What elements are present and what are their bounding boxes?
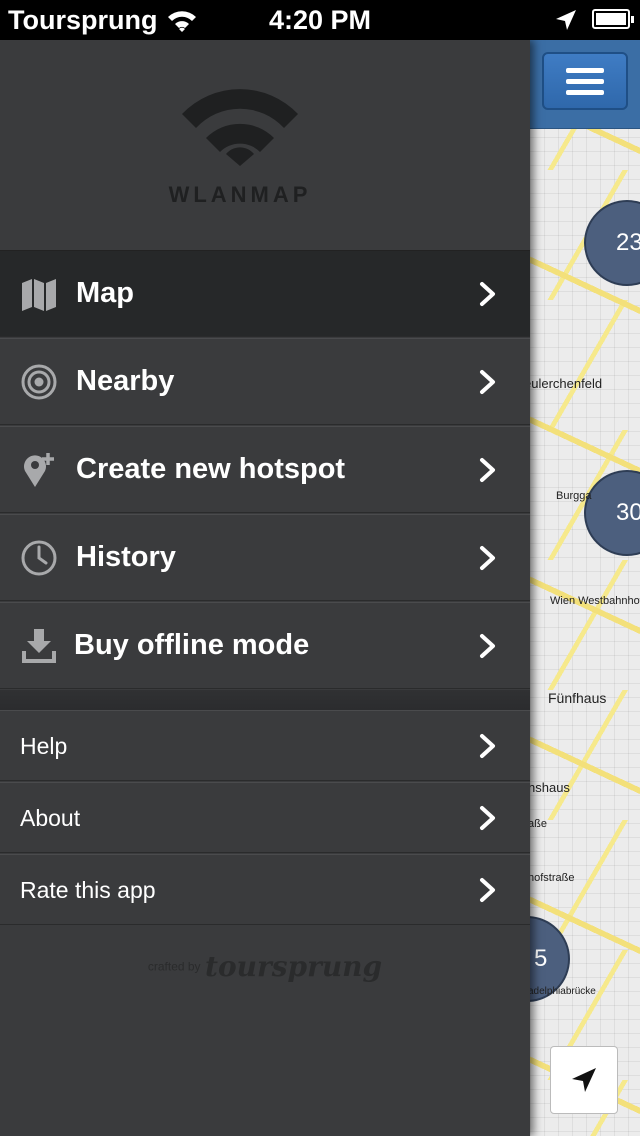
menu-item-help[interactable]: Help bbox=[0, 710, 530, 781]
map-navbar bbox=[530, 40, 640, 129]
menu-item-label: Create new hotspot bbox=[76, 453, 346, 485]
credit-prefix: crafted by bbox=[147, 959, 201, 974]
map-label: aße bbox=[530, 818, 547, 830]
menu-item-label: About bbox=[20, 805, 81, 831]
chevron-right-icon bbox=[480, 634, 495, 658]
map-label: nshaus bbox=[530, 780, 570, 795]
menu-item-label: Nearby bbox=[76, 365, 175, 397]
side-menu: WLANMAP Map Nearby Create new hotspot Hi… bbox=[0, 40, 530, 1136]
map-label: hofstraße bbox=[530, 872, 575, 884]
navigation-arrow-icon bbox=[572, 1068, 596, 1092]
menu-item-rate-app[interactable]: Rate this app bbox=[0, 854, 530, 925]
target-icon bbox=[21, 364, 57, 400]
chevron-right-icon bbox=[480, 806, 495, 830]
map-label: Burgga bbox=[556, 490, 592, 502]
crafted-by-credit: crafted by toursprung bbox=[0, 950, 530, 983]
app-logo: WLANMAP bbox=[0, 40, 530, 251]
download-icon bbox=[22, 629, 56, 663]
chevron-right-icon bbox=[480, 878, 495, 902]
menu-item-nearby[interactable]: Nearby bbox=[0, 338, 530, 425]
hotspot-cluster[interactable]: 30 bbox=[584, 470, 640, 556]
menu-item-map[interactable]: Map bbox=[0, 250, 530, 337]
chevron-right-icon bbox=[480, 370, 495, 394]
chevron-right-icon bbox=[480, 546, 495, 570]
toursprung-logo: toursprung bbox=[205, 950, 383, 983]
map-label: Fünfhaus bbox=[548, 690, 607, 706]
hamburger-line bbox=[566, 79, 604, 84]
menu-item-history[interactable]: History bbox=[0, 514, 530, 601]
clock: 4:20 PM bbox=[268, 5, 372, 35]
menu-item-buy-offline[interactable]: Buy offline mode bbox=[0, 602, 530, 689]
menu-item-label: History bbox=[76, 541, 176, 573]
map-label: Wien Westbahnhof bbox=[550, 595, 640, 607]
map-view[interactable]: 23 30 5 eulerchenfeld Burgga Wien Westba… bbox=[530, 40, 640, 1136]
battery-icon bbox=[592, 9, 634, 29]
chevron-right-icon bbox=[480, 282, 495, 306]
map-label: adelphiabrücke bbox=[530, 986, 596, 997]
map-icon bbox=[22, 279, 56, 311]
section-divider bbox=[0, 690, 530, 710]
menu-item-create-hotspot[interactable]: Create new hotspot bbox=[0, 426, 530, 513]
hamburger-icon bbox=[566, 68, 604, 73]
add-pin-icon bbox=[24, 453, 54, 487]
menu-item-label: Rate this app bbox=[20, 877, 156, 903]
wifi-logo-icon bbox=[182, 89, 298, 166]
status-bar: Toursprung 4:20 PM bbox=[0, 0, 640, 40]
hamburger-line bbox=[566, 90, 604, 95]
clock-icon bbox=[21, 540, 57, 576]
menu-item-label: Buy offline mode bbox=[74, 629, 310, 661]
locate-me-button[interactable] bbox=[550, 1046, 618, 1114]
chevron-right-icon bbox=[480, 734, 495, 758]
location-services-icon bbox=[556, 10, 576, 30]
menu-item-about[interactable]: About bbox=[0, 782, 530, 853]
hotspot-cluster[interactable]: 23 bbox=[584, 200, 640, 286]
map-label: eulerchenfeld bbox=[530, 376, 603, 391]
chevron-right-icon bbox=[480, 458, 495, 482]
menu-item-label: Map bbox=[76, 277, 134, 309]
menu-item-label: Help bbox=[20, 733, 68, 759]
menu-toggle-button[interactable] bbox=[542, 52, 628, 110]
logo-text: WLANMAP bbox=[168, 182, 312, 207]
